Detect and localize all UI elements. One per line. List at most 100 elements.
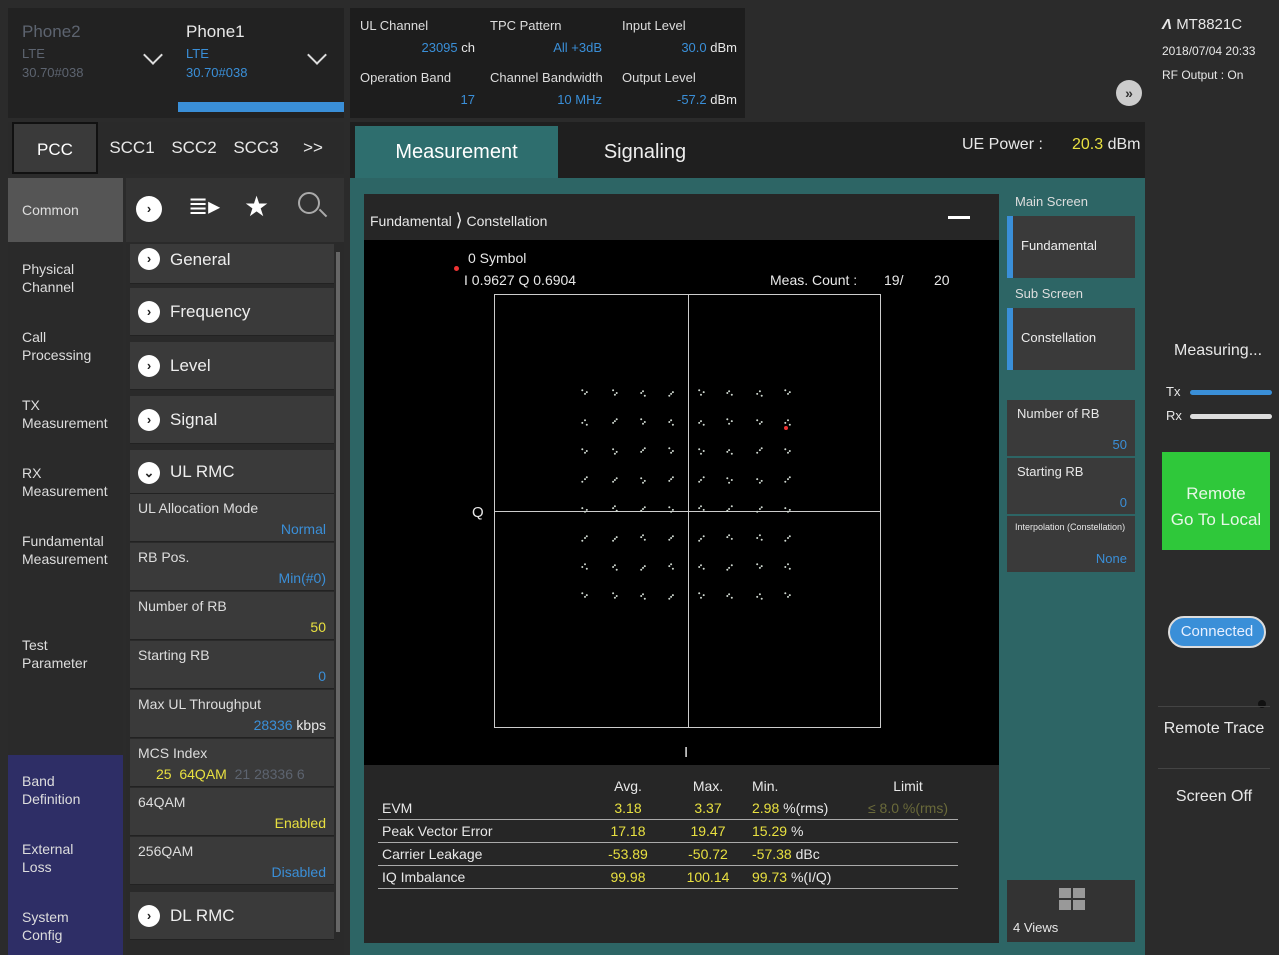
expand-down-icon[interactable]: » [1116, 80, 1142, 106]
param-rb-pos[interactable]: RB Pos. Min(#0) [130, 543, 334, 591]
four-views-button[interactable]: 4 Views [1007, 880, 1135, 942]
constellation-point [642, 593, 644, 596]
nav-external-loss[interactable]: External Loss [8, 840, 123, 876]
table-row: IQ Imbalance 99.98 100.14 99.73 %(I/Q) [378, 866, 958, 889]
constellation-point [671, 567, 674, 570]
nav-tx-measurement[interactable]: TX Measurement [8, 396, 123, 432]
ue-power-value: 20.3 [1072, 136, 1104, 153]
constellation-point [613, 393, 616, 396]
rx-label: Rx [1166, 408, 1182, 423]
constellation-point [730, 479, 733, 481]
phone1-name: Phone1 [186, 22, 245, 41]
connected-badge[interactable]: Connected [1168, 616, 1266, 648]
tab-scc3[interactable]: SCC3 [226, 122, 286, 174]
constellation-point [760, 394, 763, 397]
arrow-right-icon[interactable]: › [136, 196, 162, 222]
chevron-down-icon[interactable] [307, 45, 327, 65]
param-256qam[interactable]: 256QAM Disabled [130, 837, 334, 885]
phone2-name: Phone2 [22, 22, 81, 41]
phone1-tab[interactable]: Phone1 LTE 30.70#038 [186, 22, 247, 80]
main-screen-fundamental-button[interactable]: Fundamental [1007, 216, 1135, 278]
nav-call-processing[interactable]: Call Processing [8, 328, 123, 364]
phone2-tab[interactable]: Phone2 LTE 30.70#038 [22, 22, 83, 80]
scrollbar[interactable] [336, 252, 340, 932]
tab-signaling[interactable]: Signaling [575, 126, 715, 178]
tab-measurement[interactable]: Measurement [355, 126, 558, 178]
op-band-label: Operation Band [360, 70, 452, 85]
star-icon[interactable]: ★ [244, 190, 269, 223]
phone-selector[interactable]: Phone2 LTE 30.70#038 Phone1 LTE 30.70#03… [8, 8, 344, 118]
nav-band-definition[interactable]: Band Definition [8, 772, 123, 808]
tab-pcc[interactable]: PCC [12, 122, 98, 174]
constellation-point [728, 593, 731, 596]
search-icon[interactable] [298, 192, 328, 218]
param-64qam[interactable]: 64QAM Enabled [130, 788, 334, 836]
constellation-point [615, 392, 618, 394]
constellation-point [670, 537, 673, 539]
constellation-point [728, 566, 731, 569]
interpolation-field[interactable]: Interpolation (Constellation) None [1007, 516, 1135, 572]
param-frequency[interactable]: › Frequency [130, 288, 334, 336]
param-ul-rmc[interactable]: ⌄ UL RMC [130, 450, 334, 494]
nav-common[interactable]: Common [8, 178, 123, 242]
constellation-point [760, 479, 763, 482]
nav-test-parameter[interactable]: Test Parameter [8, 636, 123, 672]
constellation-point [698, 480, 701, 483]
param-number-of-rb[interactable]: Number of RB 50 [130, 592, 334, 640]
constellation-point [581, 421, 584, 424]
number-of-rb-field[interactable]: Number of RB 50 [1007, 400, 1135, 456]
constellation-point [584, 478, 586, 481]
selected-phone-indicator [178, 102, 344, 112]
remote-trace-button[interactable]: Remote Trace [1158, 706, 1270, 756]
constellation-point [700, 420, 702, 423]
chevron-down-icon[interactable] [143, 45, 163, 65]
constellation-point [613, 420, 616, 423]
constellation-point [612, 592, 615, 595]
param-signal[interactable]: › Signal [130, 396, 334, 444]
screen-off-button[interactable]: Screen Off [1158, 768, 1270, 818]
constellation-point [700, 479, 702, 481]
nav-system-config[interactable]: System Config [8, 908, 123, 944]
constellation-point [643, 479, 646, 482]
constellation-point [698, 539, 701, 542]
starting-rb-field[interactable]: Starting RB 0 [1007, 458, 1135, 514]
results-header-row: Avg. Max. Min. Limit [614, 778, 923, 794]
param-max-ul-throughput[interactable]: Max UL Throughput 28336 kbps [130, 690, 334, 738]
ul-channel-value: 23095 [421, 40, 458, 55]
tab-scc2[interactable]: SCC2 [164, 122, 224, 174]
param-dl-rmc[interactable]: › DL RMC [130, 892, 334, 940]
constellation-point [612, 539, 615, 542]
param-mcs-index[interactable]: MCS Index 25 64QAM 21 28336 6 [130, 739, 334, 787]
constellation-point [730, 596, 733, 599]
constellation-point [702, 450, 705, 452]
nav-rx-measurement[interactable]: RX Measurement [8, 464, 123, 500]
constellation-point [581, 539, 584, 542]
constellation-point [612, 566, 615, 568]
go-to-local-button[interactable]: Remote Go To Local [1162, 452, 1270, 550]
table-row: Carrier Leakage -53.89 -50.72 -57.38 dBc [378, 843, 958, 866]
constellation-graph: 0 Symbol I 0.9627 Q 0.6904 Meas. Count :… [364, 240, 999, 765]
param-general[interactable]: › General [130, 244, 334, 284]
param-starting-rb[interactable]: Starting RB 0 [130, 641, 334, 689]
nav-physical-channel[interactable]: Physical Channel [8, 260, 123, 296]
constellation-point [784, 592, 787, 595]
constellation-point [698, 566, 701, 568]
nav-fundamental-measurement[interactable]: Fundamental Measurement [8, 532, 123, 568]
tab-more[interactable]: >> [288, 122, 338, 174]
step-forward-icon[interactable]: ≣▸ [188, 192, 220, 221]
control-column: Measuring... Tx Rx Remote Go To Local Co… [1150, 178, 1279, 955]
constellation-point [760, 506, 763, 509]
param-ul-allocation-mode[interactable]: UL Allocation Mode Normal [130, 494, 334, 542]
tab-scc1[interactable]: SCC1 [102, 122, 162, 174]
table-row: EVM 3.18 3.37 2.98 %(rms) ≤ 8.0 %(rms) [378, 797, 958, 820]
constellation-point [642, 422, 644, 425]
param-level[interactable]: › Level [130, 342, 334, 390]
constellation-point [643, 597, 646, 600]
constellation-point [642, 481, 644, 484]
constellation-point [784, 566, 787, 568]
constellation-point [788, 508, 791, 511]
constellation-point [671, 535, 674, 538]
constellation-point [612, 480, 615, 483]
minimize-icon[interactable] [948, 216, 970, 219]
sub-screen-constellation-button[interactable]: Constellation [1007, 308, 1135, 370]
